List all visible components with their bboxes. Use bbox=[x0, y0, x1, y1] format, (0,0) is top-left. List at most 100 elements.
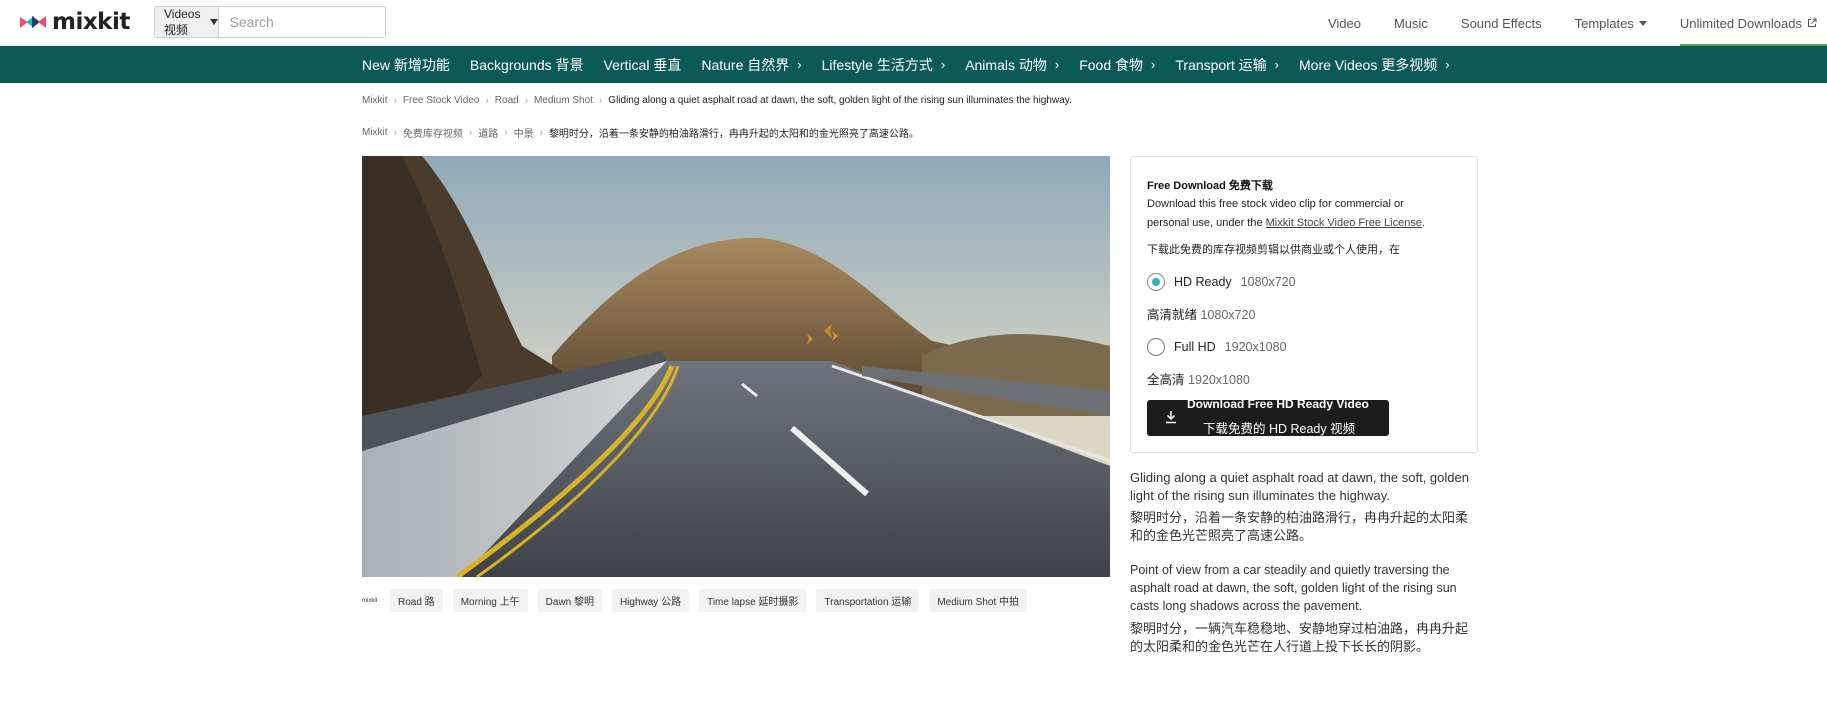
breadcrumb-item[interactable]: Mixkit bbox=[362, 95, 388, 106]
chevron-right-icon: › bbox=[1445, 57, 1450, 72]
category-label: Transport 运输 bbox=[1175, 56, 1267, 73]
option-resolution: 1920x1080 bbox=[1224, 340, 1287, 354]
nav-unlimited-downloads[interactable]: Unlimited Downloads bbox=[1679, 0, 1827, 46]
download-icon bbox=[1166, 411, 1176, 424]
breadcrumb: Mixkit › Free Stock Video › Road › Medium S… bbox=[362, 95, 1072, 106]
category-transport[interactable]: Transport 运输 › bbox=[1175, 55, 1279, 75]
download-button[interactable]: Download Free HD Ready Video 下载免费的 HD Re… bbox=[1147, 400, 1389, 436]
option-label-zh: 高清就绪 bbox=[1147, 308, 1198, 322]
download-button-label: Download Free HD Ready Video bbox=[1187, 400, 1369, 411]
option-label: Full HD bbox=[1174, 340, 1216, 354]
search-bar: Videos 视频 bbox=[154, 6, 386, 38]
category-food[interactable]: Food 食物 › bbox=[1079, 55, 1155, 75]
mixkit-logo[interactable]: mixkit bbox=[20, 9, 130, 35]
breadcrumb-item[interactable]: 道路 bbox=[478, 125, 498, 140]
video-frame bbox=[362, 156, 1110, 577]
category-lifestyle[interactable]: Lifestyle 生活方式 › bbox=[822, 55, 946, 75]
tag-dawn[interactable]: Dawn 黎明 bbox=[537, 589, 602, 612]
category-nature[interactable]: Nature 自然界 › bbox=[701, 55, 801, 75]
breadcrumb-separator: › bbox=[485, 95, 489, 106]
category-label: Food 食物 bbox=[1079, 56, 1144, 73]
site-header: mixkit Videos 视频 Video Music Sound Effec… bbox=[0, 0, 1827, 46]
category-label: Animals 动物 bbox=[965, 56, 1047, 73]
mixkit-small-logo-icon: mixkit bbox=[362, 597, 378, 604]
option-resolution-zh: 1920x1080 bbox=[1188, 373, 1250, 387]
category-new[interactable]: New 新增功能 bbox=[362, 55, 450, 75]
download-description: Download this free stock video clip for … bbox=[1147, 195, 1447, 232]
nav-unlimited-label: Unlimited Downloads bbox=[1679, 15, 1802, 31]
option-resolution-zh: 1080x720 bbox=[1200, 308, 1256, 322]
chevron-right-icon: › bbox=[1054, 57, 1060, 72]
option-hd-ready[interactable]: HD Ready 1080x720 bbox=[1147, 273, 1296, 291]
search-type-dropdown[interactable]: Videos 视频 bbox=[155, 6, 220, 37]
video-description-zh: 黎明时分，一辆汽车稳稳地、安静地穿过柏油路，冉冉升起的太阳柔和的金色光芒在人行道… bbox=[1130, 621, 1469, 654]
mixkit-logo-icon bbox=[20, 16, 46, 28]
caret-down-icon bbox=[210, 19, 219, 25]
download-panel: Free Download 免费下载 Download this free st… bbox=[1130, 156, 1478, 453]
search-type-label: Videos 视频 bbox=[164, 6, 201, 37]
search-input[interactable] bbox=[219, 7, 385, 37]
tag-time-lapse[interactable]: Time lapse 延时摄影 bbox=[699, 589, 807, 612]
logo-wordmark: mixkit bbox=[52, 9, 130, 35]
radio-hd-ready[interactable] bbox=[1147, 273, 1165, 291]
nav-video[interactable]: Video bbox=[1328, 0, 1361, 46]
caret-down-icon bbox=[1638, 20, 1647, 26]
video-title-en: Gliding along a quiet asphalt road at da… bbox=[1130, 470, 1469, 503]
external-link-icon bbox=[1808, 18, 1817, 27]
breadcrumb-item[interactable]: Mixkit bbox=[362, 127, 388, 138]
radio-full-hd[interactable] bbox=[1147, 338, 1165, 356]
breadcrumb-separator: › bbox=[393, 95, 397, 106]
category-backgrounds[interactable]: Backgrounds 背景 bbox=[470, 55, 584, 75]
breadcrumb-current: Gliding along a quiet asphalt road at da… bbox=[608, 95, 1072, 106]
breadcrumb-separator: › bbox=[524, 95, 529, 106]
option-label: HD Ready bbox=[1174, 275, 1232, 289]
option-label-zh: 全高清 bbox=[1147, 373, 1185, 387]
category-label: Vertical 垂直 bbox=[603, 56, 682, 73]
top-nav: Video Music Sound Effects Templates Unli… bbox=[1295, 0, 1827, 46]
breadcrumb-separator: › bbox=[504, 127, 508, 138]
tag-road[interactable]: Road 路 bbox=[390, 589, 443, 612]
nav-templates[interactable]: Templates bbox=[1575, 0, 1647, 46]
chevron-right-icon: › bbox=[797, 57, 802, 72]
breadcrumb-separator: › bbox=[468, 127, 473, 138]
category-label: More Videos 更多视频 bbox=[1299, 56, 1438, 73]
nav-sound-effects[interactable]: Sound Effects bbox=[1461, 0, 1542, 46]
breadcrumb-separator: › bbox=[393, 127, 397, 138]
category-label: New 新增功能 bbox=[362, 56, 450, 73]
chevron-right-icon: › bbox=[940, 57, 946, 72]
breadcrumb-separator: › bbox=[539, 127, 543, 138]
option-full-hd-zh: 全高清 1920x1080 bbox=[1147, 369, 1250, 388]
tag-transportation[interactable]: Transportation 运输 bbox=[816, 589, 920, 612]
category-label: Lifestyle 生活方式 bbox=[821, 56, 933, 73]
breadcrumb-separator: › bbox=[598, 95, 603, 106]
category-label: Nature 自然界 bbox=[701, 56, 790, 73]
tag-highway[interactable]: Highway 公路 bbox=[611, 589, 690, 612]
video-description-en: Point of view from a car steadily and qu… bbox=[1130, 563, 1457, 613]
breadcrumb-item[interactable]: Medium Shot bbox=[534, 95, 593, 106]
category-animals[interactable]: Animals 动物 › bbox=[965, 55, 1059, 75]
chevron-right-icon: › bbox=[1151, 57, 1156, 72]
nav-music[interactable]: Music bbox=[1394, 0, 1428, 46]
option-resolution: 1080x720 bbox=[1240, 275, 1296, 289]
option-full-hd[interactable]: Full HD 1920x1080 bbox=[1147, 338, 1287, 356]
video-title-zh: 黎明时分，沿着一条安静的柏油路滑行，冉冉升起的太阳柔和的金色光芒照亮了高速公路。 bbox=[1130, 510, 1469, 543]
breadcrumb-item[interactable]: 免费库存视频 bbox=[403, 125, 463, 140]
category-bar: New 新增功能 Backgrounds 背景 Vertical 垂直 Natu… bbox=[0, 46, 1827, 83]
download-description-zh: 下载此免费的库存视频剪辑以供商业或个人使用，在 bbox=[1147, 244, 1400, 256]
breadcrumb-current: 黎明时分，沿着一条安静的柏油路滑行，冉冉升起的太阳和的金光照亮了高速公路。 bbox=[548, 129, 919, 140]
category-vertical[interactable]: Vertical 垂直 bbox=[604, 55, 682, 75]
chevron-right-icon: › bbox=[1274, 57, 1279, 72]
video-player[interactable] bbox=[362, 156, 1110, 577]
breadcrumb-item[interactable]: 中景 bbox=[514, 125, 534, 140]
download-button-label-zh: 下载免费的 HD Ready 视频 bbox=[1203, 422, 1356, 436]
category-more-videos[interactable]: More Videos 更多视频 › bbox=[1299, 55, 1450, 75]
breadcrumb-zh: Mixkit › 免费库存视频 › 道路 › 中景 › 黎明时分，沿着一条安静的柏油路滑… bbox=[362, 125, 919, 140]
tag-medium-shot[interactable]: Medium Shot 中拍 bbox=[929, 589, 1028, 612]
tag-morning[interactable]: Morning 上午 bbox=[452, 589, 528, 612]
option-hd-ready-zh: 高清就绪 1080x720 bbox=[1147, 304, 1255, 323]
license-link[interactable]: Mixkit Stock Video Free License bbox=[1266, 217, 1422, 229]
breadcrumb-item[interactable]: Free Stock Video bbox=[403, 95, 480, 106]
breadcrumb-item[interactable]: Road bbox=[495, 95, 519, 106]
download-title: Free Download 免费下载 bbox=[1147, 180, 1273, 192]
nav-templates-label: Templates bbox=[1574, 15, 1634, 31]
